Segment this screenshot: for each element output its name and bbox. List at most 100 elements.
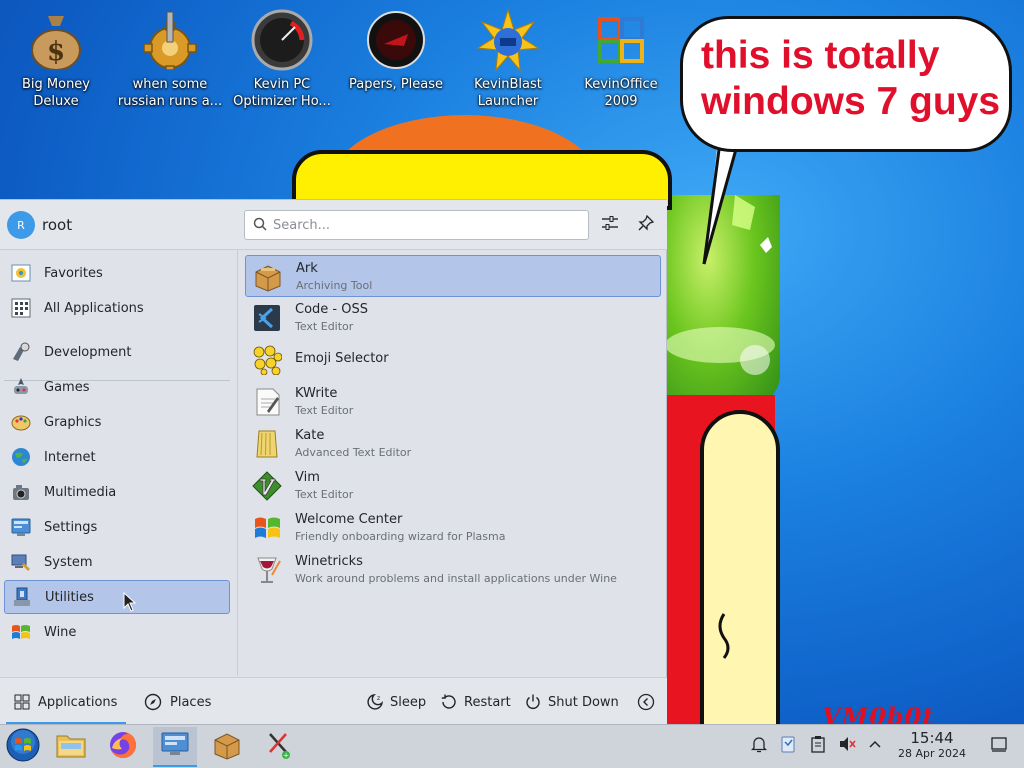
tray-expand-button[interactable] — [864, 735, 886, 757]
taskbar-firefox[interactable] — [101, 727, 145, 767]
ark-box-icon — [212, 730, 242, 764]
app-item-welcome-center[interactable]: Welcome Center Friendly onboarding wizar… — [245, 507, 661, 549]
search-box[interactable] — [244, 210, 589, 240]
file-manager-icon — [55, 731, 87, 763]
papers-please-icon — [364, 8, 428, 72]
category-all-applications[interactable]: All Applications — [4, 291, 230, 325]
launcher-header: R root — [0, 200, 667, 250]
development-icon — [9, 340, 33, 364]
power-icon — [524, 693, 542, 711]
tray-notifications[interactable] — [748, 735, 770, 757]
ark-box-icon — [252, 261, 284, 293]
app-item-emoji-selector[interactable]: Emoji Selector — [245, 339, 661, 381]
app-item-code-oss[interactable]: Code - OSS Text Editor — [245, 297, 661, 339]
volume-muted-icon — [838, 735, 856, 757]
category-multimedia[interactable]: Multimedia — [4, 475, 230, 509]
category-label: Graphics — [44, 414, 102, 430]
category-label: Multimedia — [44, 484, 117, 500]
taskbar-file-manager[interactable] — [49, 727, 93, 767]
tab-applications[interactable]: Applications — [14, 686, 117, 718]
pin-button[interactable] — [633, 212, 659, 238]
show-desktop-icon — [990, 735, 1008, 757]
wine-icon — [9, 620, 33, 644]
app-item-ark[interactable]: Ark Archiving Tool — [245, 255, 661, 297]
app-name: Ark — [296, 261, 318, 276]
mouse-cursor-icon — [123, 592, 137, 612]
app-name: Code - OSS — [295, 302, 368, 317]
restart-button[interactable]: Restart — [440, 686, 511, 718]
desktop-icon-papers-please[interactable]: Papers, Please — [341, 8, 451, 93]
vscode-icon — [251, 302, 283, 334]
desktop-icon-russian[interactable]: when some russian runs a... — [115, 8, 225, 110]
graphics-icon — [9, 410, 33, 434]
taskbar: + 15:44 28 Apr 2024 — [0, 724, 1024, 768]
speech-bubble: this is totally windows 7 guys — [680, 16, 1012, 152]
shutdown-label: Shut Down — [548, 694, 619, 710]
app-item-kwrite[interactable]: KWrite Text Editor — [245, 381, 661, 423]
desktop-icon-label: when some russian runs a... — [117, 77, 223, 109]
category-utilities[interactable]: Utilities — [4, 580, 230, 614]
search-input[interactable] — [273, 215, 573, 235]
category-internet[interactable]: Internet — [4, 440, 230, 474]
sleep-label: Sleep — [390, 694, 427, 710]
multimedia-icon — [9, 480, 33, 504]
winetricks-tool-icon: + — [266, 730, 292, 764]
shutdown-button[interactable]: Shut Down — [524, 686, 619, 718]
clipboard-icon — [810, 735, 826, 757]
category-label: Favorites — [44, 265, 103, 281]
desktop-icon-kevinblast-launcher[interactable]: KevinBlast Launcher — [453, 8, 563, 110]
category-favorites[interactable]: Favorites — [4, 256, 230, 290]
category-label: Development — [44, 344, 132, 360]
category-system[interactable]: System — [4, 545, 230, 579]
category-development[interactable]: Development — [4, 335, 230, 369]
avatar[interactable]: R — [7, 211, 35, 239]
sleep-icon: z — [366, 693, 384, 711]
category-wine[interactable]: Wine — [4, 615, 230, 649]
favorites-icon — [9, 261, 33, 285]
taskbar-system-settings[interactable] — [153, 727, 197, 767]
svg-text:z: z — [377, 695, 380, 702]
clock-date: 28 Apr 2024 — [897, 747, 966, 760]
category-label: Wine — [44, 624, 77, 640]
tray-clipboard-app[interactable] — [777, 735, 799, 757]
app-item-vim[interactable]: Vim Text Editor — [245, 465, 661, 507]
speech-bubble-tail — [702, 140, 740, 265]
tray-clipboard[interactable] — [807, 735, 829, 757]
more-session-options-button[interactable] — [637, 686, 661, 718]
taskbar-ark[interactable] — [205, 727, 249, 767]
app-description: Work around problems and install applica… — [295, 572, 617, 585]
app-item-winetricks[interactable]: Winetricks Work around problems and inst… — [245, 549, 661, 591]
app-description: Text Editor — [295, 320, 354, 333]
digital-clock[interactable]: 15:44 28 Apr 2024 — [890, 729, 974, 761]
system-settings-icon — [160, 730, 190, 762]
bell-icon — [750, 735, 768, 757]
sleep-button[interactable]: z Sleep — [366, 686, 426, 718]
compass-icon — [144, 693, 162, 711]
system-icon — [9, 550, 33, 574]
desktop-icon-kevinoffice-2009[interactable]: KevinOffice 2009 — [566, 8, 676, 110]
start-button[interactable] — [1, 727, 45, 767]
speedometer-icon — [250, 8, 314, 72]
launcher-footer: Applications Places z Sleep Restart Shut… — [0, 677, 667, 725]
firefox-icon — [108, 730, 138, 764]
app-item-kate[interactable]: Kate Advanced Text Editor — [245, 423, 661, 465]
show-desktop-button[interactable] — [988, 735, 1010, 757]
kate-icon — [251, 428, 283, 460]
taskbar-winetricks[interactable]: + — [257, 727, 301, 767]
category-graphics[interactable]: Graphics — [4, 405, 230, 439]
desktop-icon-label: Papers, Please — [348, 77, 444, 92]
app-name: Winetricks — [295, 554, 363, 569]
app-description: Text Editor — [295, 404, 354, 417]
tab-places[interactable]: Places — [144, 686, 211, 718]
app-description: Friendly onboarding wizard for Plasma — [295, 530, 506, 543]
starburst-icon — [476, 8, 540, 72]
category-label: Games — [44, 379, 90, 395]
desktop-icon-kevin-pc-optimizer[interactable]: Kevin PC Optimizer Ho... — [227, 8, 337, 110]
user-name[interactable]: root — [42, 216, 72, 234]
tray-volume[interactable] — [836, 735, 858, 757]
category-games[interactable]: Games — [4, 370, 230, 404]
desktop-icon-big-money-deluxe[interactable]: $ Big Money Deluxe — [1, 8, 111, 110]
category-settings[interactable]: Settings — [4, 510, 230, 544]
games-icon — [9, 375, 33, 399]
configure-button[interactable] — [597, 212, 623, 238]
